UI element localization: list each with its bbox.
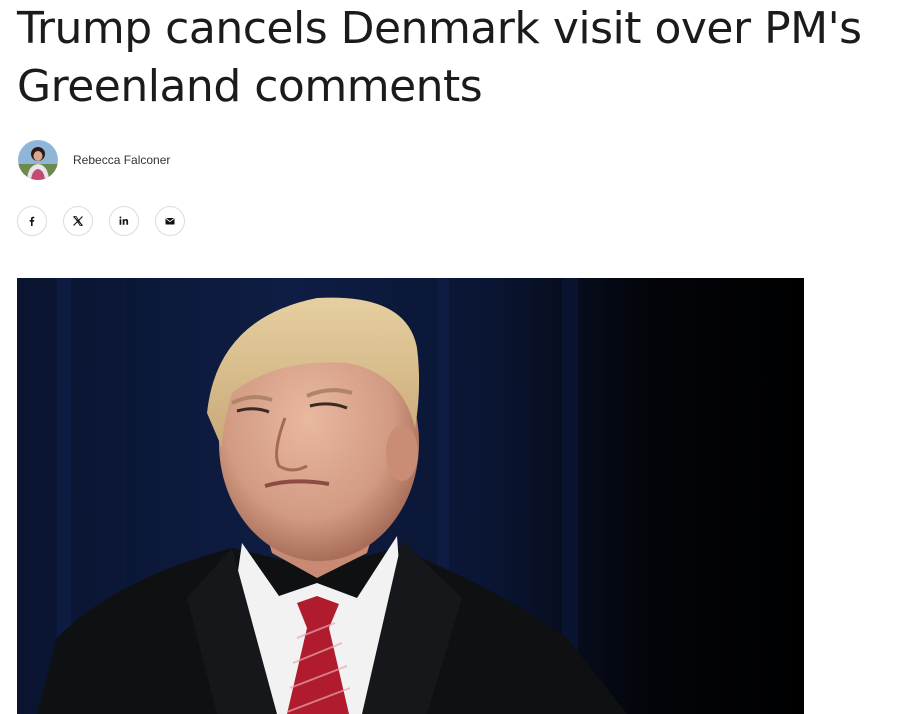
mail-icon xyxy=(165,218,175,225)
byline: Rebecca Falconer xyxy=(18,140,170,180)
share-bar xyxy=(17,206,185,236)
share-facebook-button[interactable] xyxy=(17,206,47,236)
linkedin-icon xyxy=(119,216,129,225)
author-name[interactable]: Rebecca Falconer xyxy=(73,153,170,167)
author-avatar[interactable] xyxy=(18,140,58,180)
share-linkedin-button[interactable] xyxy=(109,206,139,236)
share-email-button[interactable] xyxy=(155,206,185,236)
facebook-icon xyxy=(29,216,35,226)
article-headline: Trump cancels Denmark visit over PM's Gr… xyxy=(17,3,862,112)
hero-image xyxy=(17,278,804,714)
share-x-button[interactable] xyxy=(63,206,93,236)
x-icon xyxy=(73,216,83,226)
